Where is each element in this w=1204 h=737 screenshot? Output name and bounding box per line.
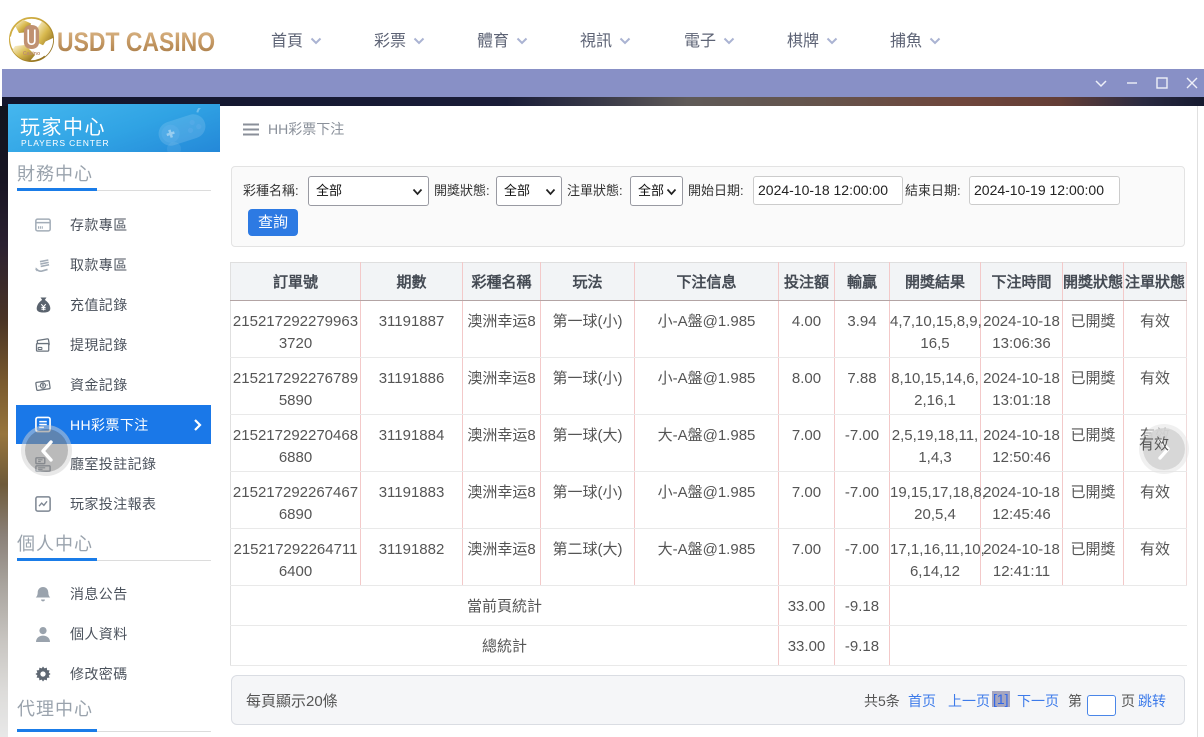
svg-text:Casino: Casino xyxy=(23,51,40,57)
